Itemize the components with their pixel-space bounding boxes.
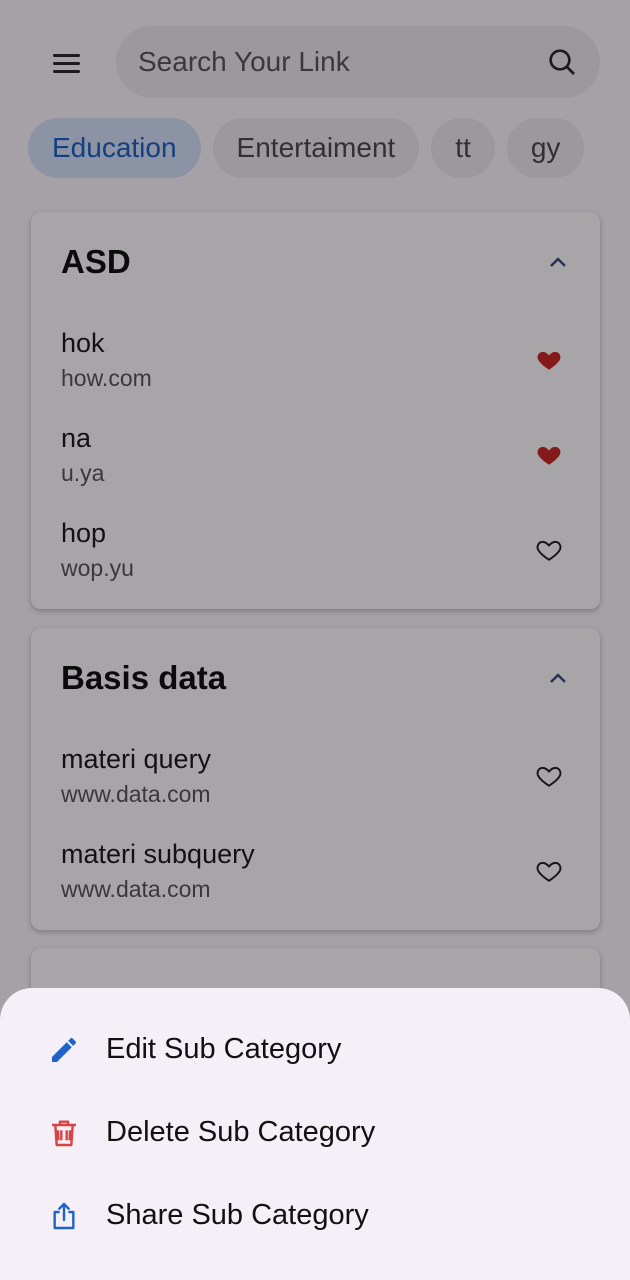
bottom-sheet: Edit Sub Category Delete Sub Category Sh…: [0, 988, 630, 1280]
share-icon: [53, 1202, 75, 1229]
edit-label: Edit Sub Category: [106, 1033, 342, 1065]
delete-label: Delete Sub Category: [106, 1116, 376, 1148]
share-label: Share Sub Category: [106, 1199, 369, 1231]
trash-icon: [52, 1119, 76, 1146]
edit-sub-category-button[interactable]: Edit Sub Category: [0, 1008, 630, 1091]
delete-sub-category-button[interactable]: Delete Sub Category: [0, 1091, 630, 1174]
share-sub-category-button[interactable]: Share Sub Category: [0, 1174, 630, 1257]
pencil-icon: [52, 1037, 77, 1062]
